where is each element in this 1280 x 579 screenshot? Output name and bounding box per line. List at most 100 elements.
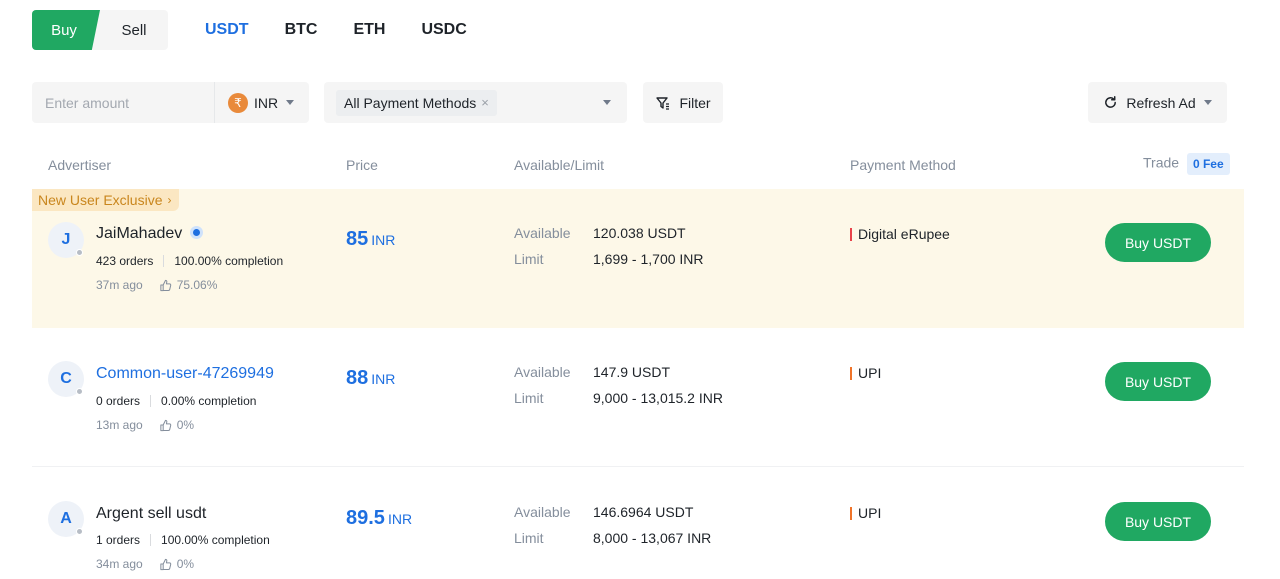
payment-method-label: UPI [858,505,882,521]
avatar-initial: J [61,231,71,248]
price-value: 89.5 [346,507,385,529]
limit-value: 8,000 - 13,067 INR [593,530,712,546]
table-row: C Common-user-47269949 0 orders 0.00% co… [32,328,1244,467]
filter-label: Filter [679,94,711,111]
sell-tab[interactable]: Sell [100,10,168,50]
rupee-icon: ₹ [228,92,248,113]
buy-usdt-button[interactable]: Buy USDT [1105,362,1211,401]
advertiser-stats: 0 orders 0.00% completion [96,394,256,408]
price-value: 85 [346,228,369,250]
price: 88 INR [346,367,395,390]
advertiser-name-label: JaiMahadev [96,225,183,242]
price-value: 88 [346,367,369,389]
currency-select[interactable]: ₹ INR [214,82,309,123]
price-currency: INR [371,371,396,387]
payment-method-select[interactable]: All Payment Methods × [324,82,627,123]
divider [163,255,165,267]
available-value: 120.038 USDT [593,225,686,241]
avatar[interactable]: C [48,361,84,397]
header-available-limit: Available/Limit [514,157,605,173]
advertiser-name[interactable]: Common-user-47269949 [96,365,274,383]
payment-method: Digital eRupee [850,226,950,242]
filter-button[interactable]: Filter [643,82,723,123]
available-label: Available [514,504,571,520]
price-currency: INR [387,511,413,527]
table-row: New User Exclusive › J JaiMahadev 423 or… [32,189,1244,328]
payment-chip-label: All Payment Methods [344,94,477,111]
payment-chip: All Payment Methods × [336,89,497,116]
verified-icon [190,226,204,239]
available-value: 147.9 USDT [593,364,671,380]
table-row: A Argent sell usdt 1 orders 100.00% comp… [32,468,1244,579]
header-trade: Trade 0 Fee [1143,153,1230,175]
positive-rating: 0% [176,557,195,571]
price-currency: INR [371,232,396,248]
chevron-down-icon [603,100,611,105]
filter-icon [656,96,670,110]
refresh-ad-button[interactable]: Refresh Ad [1088,82,1227,123]
advertiser-stats: 1 orders 100.00% completion [96,533,270,547]
price: 85 INR [346,228,395,251]
payment-color-bar [850,227,852,241]
order-count: 1 orders [96,533,141,547]
close-icon[interactable]: × [481,95,489,110]
buy-sell-toggle: Buy Sell [32,10,168,50]
refresh-label: Refresh Ad [1126,94,1196,111]
divider [150,395,152,407]
advertiser-meta: 37m ago 75.06% [96,278,217,292]
buy-tab[interactable]: Buy [32,10,100,50]
completion-rate: 0.00% completion [161,394,257,408]
price: 89.5 INR [346,507,412,530]
header-payment-method: Payment Method [850,157,956,173]
completion-rate: 100.00% completion [174,254,284,268]
zero-fee-badge: 0 Fee [1186,153,1230,175]
thumbs-up-icon [160,419,171,431]
divider [150,534,152,546]
coin-tabs: USDT BTC ETH USDC [205,21,503,39]
limit-label: Limit [514,251,544,267]
payment-color-bar [850,366,852,380]
payment-method-label: UPI [858,365,882,381]
avatar-initial: A [60,510,72,527]
payment-method-label: Digital eRupee [858,226,950,242]
amount-input[interactable] [32,82,214,123]
order-count: 0 orders [96,394,141,408]
status-dot-icon [76,528,83,535]
top-bar: Buy Sell USDT BTC ETH USDC [32,10,503,50]
available-value: 146.6964 USDT [593,504,694,520]
header-trade-label: Trade [1143,154,1180,171]
avatar[interactable]: J [48,222,84,258]
payment-method: UPI [850,505,881,521]
coin-tab-usdt[interactable]: USDT [205,21,249,39]
buy-usdt-button[interactable]: Buy USDT [1105,223,1211,262]
limit-label: Limit [514,390,544,406]
advertiser-stats: 423 orders 100.00% completion [96,254,283,268]
thumbs-up-icon [160,279,171,291]
positive-rating: 0% [176,418,195,432]
refresh-icon [1105,95,1117,108]
avatar[interactable]: A [48,501,84,537]
header-price: Price [346,157,378,173]
coin-tab-eth[interactable]: ETH [353,21,385,39]
completion-rate: 100.00% completion [161,533,270,547]
advertiser-meta: 34m ago 0% [96,557,194,571]
buy-usdt-button[interactable]: Buy USDT [1105,502,1211,541]
coin-tab-btc[interactable]: BTC [285,21,318,39]
status-dot-icon [76,388,83,395]
exclusive-label: New User Exclusive [38,192,163,208]
currency-label: INR [254,94,279,111]
chevron-down-icon [286,100,295,105]
coin-tab-usdc[interactable]: USDC [421,21,466,39]
payment-color-bar [850,506,852,520]
available-label: Available [514,225,571,241]
positive-rating: 75.06% [176,278,218,292]
advertiser-name[interactable]: JaiMahadev [96,225,204,243]
advertiser-name[interactable]: Argent sell usdt [96,505,206,523]
header-advertiser: Advertiser [48,157,112,173]
limit-value: 1,699 - 1,700 INR [593,251,704,267]
new-user-exclusive-badge[interactable]: New User Exclusive › [32,189,180,211]
chevron-right-icon: › [167,193,172,207]
thumbs-up-icon [160,558,171,570]
last-active-time: 13m ago [96,418,143,432]
amount-filter: ₹ INR [32,82,309,123]
